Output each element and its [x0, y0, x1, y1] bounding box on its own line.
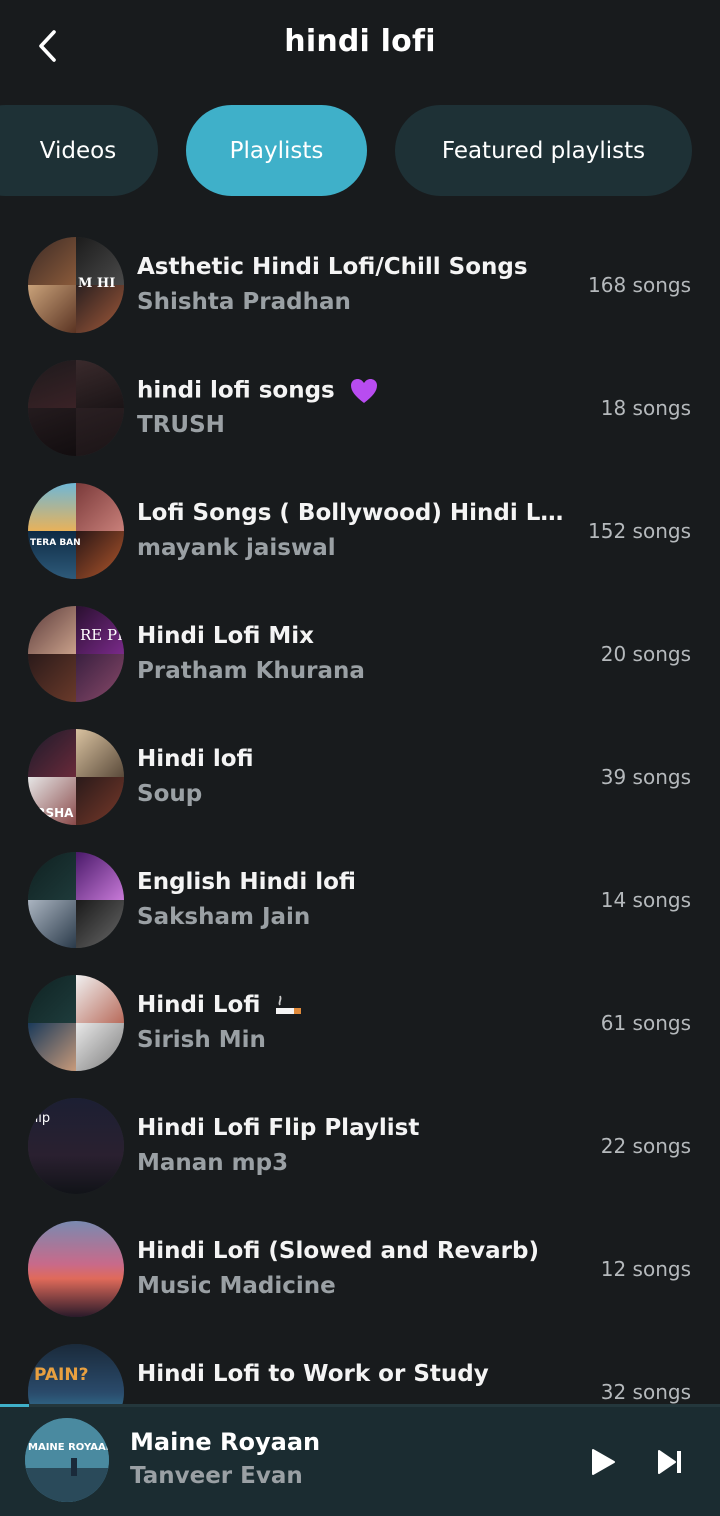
now-playing-title: Maine Royaan	[130, 1428, 321, 1456]
playlist-owner: Pratham Khurana	[137, 658, 365, 684]
playlist-owner: Shishta Pradhan	[137, 289, 351, 315]
tab-playlists[interactable]: Playlists	[186, 105, 367, 196]
playlist-title: English Hindi lofi	[137, 869, 356, 895]
header: hindi lofi	[0, 0, 720, 92]
playlist-thumbnail	[28, 360, 124, 456]
playlist-title-wrap: Hindi Lofi	[137, 992, 577, 1019]
playlist-owner: Soup	[137, 781, 203, 807]
playlist-title: Hindi lofi	[137, 746, 254, 772]
playlist-row[interactable]: M HI Asthetic Hindi Lofi/Chill Songs Shi…	[0, 224, 720, 347]
playlist-title: Hindi Lofi (Slowed and Revarb)	[137, 1238, 539, 1264]
page-title: hindi lofi	[284, 24, 436, 59]
playlist-title: Hindi Lofi to Work or Study	[137, 1361, 489, 1387]
playlist-thumbnail	[28, 1221, 124, 1317]
playlist-owner: Music Madicine	[137, 1273, 336, 1299]
playlist-thumbnail: M HI	[28, 237, 124, 333]
playlist-thumbnail: RE PI	[28, 606, 124, 702]
playlist-owner: Sirish Min	[137, 1027, 266, 1053]
playlist-song-count: 39 songs	[600, 765, 691, 789]
playlist-owner: Manan mp3	[137, 1150, 289, 1176]
playlist-title: Lofi Songs ( Bollywood) Hindi Lofi s...	[137, 500, 577, 526]
playlist-row[interactable]: PAIN? Hindi Lofi to Work or Study 32 son…	[0, 1331, 720, 1404]
playlist-title: Hindi Lofi Flip Playlist	[137, 1115, 420, 1141]
cigarette-icon	[276, 995, 302, 1014]
tab-bar: Videos Playlists Featured playlists	[0, 105, 720, 197]
playlist-thumbnail	[28, 975, 124, 1071]
now-playing-artwork: MAINE ROYAAN	[25, 1418, 109, 1502]
playlist-thumbnail: PAIN?	[28, 1344, 124, 1404]
playlist-row[interactable]: Hindi Lofi Sirish Min 61 songs	[0, 962, 720, 1085]
svg-text:TERA BAN: TERA BAN	[30, 538, 81, 548]
playlist-owner: mayank jaiswal	[137, 535, 336, 561]
playlist-list[interactable]: M HI Asthetic Hindi Lofi/Chill Songs Shi…	[0, 224, 720, 1404]
playlist-song-count: 152 songs	[588, 519, 691, 543]
svg-text:M HI: M HI	[78, 276, 115, 291]
playlist-owner: Saksham Jain	[137, 904, 311, 930]
app-root: hindi lofi Videos Playlists Featured pla…	[0, 0, 720, 1516]
playback-progress-bar[interactable]	[0, 1404, 720, 1407]
playlist-song-count: 22 songs	[600, 1134, 691, 1158]
playlist-title: hindi lofi songs	[137, 377, 335, 404]
playlist-song-count: 20 songs	[600, 642, 691, 666]
playlist-row[interactable]: -lip Hindi Lofi Flip Playlist Manan mp3 …	[0, 1085, 720, 1208]
playlist-song-count: 168 songs	[588, 273, 691, 297]
svg-text:-lip: -lip	[30, 1111, 50, 1126]
playlist-owner: TRUSH	[137, 412, 225, 438]
playlist-thumbnail: ERSHA	[28, 729, 124, 825]
tab-videos[interactable]: Videos	[0, 105, 158, 196]
playlist-thumbnail	[28, 852, 124, 948]
playlist-row[interactable]: English Hindi lofi Saksham Jain 14 songs	[0, 839, 720, 962]
playlist-row[interactable]: hindi lofi songs TRUSH 18 songs	[0, 347, 720, 470]
playlist-song-count: 14 songs	[600, 888, 691, 912]
playlist-title: Hindi Lofi Mix	[137, 623, 314, 649]
playlist-row[interactable]: RE PI Hindi Lofi Mix Pratham Khurana 20 …	[0, 593, 720, 716]
svg-text:RE PI: RE PI	[80, 626, 123, 644]
purple-heart-icon	[350, 379, 377, 403]
skip-next-icon	[658, 1450, 681, 1474]
playlist-title-wrap: hindi lofi songs	[137, 377, 577, 405]
now-playing-artist: Tanveer Evan	[130, 1463, 303, 1489]
playlist-song-count: 18 songs	[600, 396, 691, 420]
play-icon	[592, 1449, 615, 1475]
svg-text:PAIN?: PAIN?	[34, 1365, 88, 1385]
tab-featured-playlists[interactable]: Featured playlists	[395, 105, 692, 196]
playback-progress-fill	[0, 1404, 29, 1407]
playlist-row[interactable]: ERSHA Hindi lofi Soup 39 songs	[0, 716, 720, 839]
mini-player[interactable]: MAINE ROYAAN Maine Royaan Tanveer Evan	[0, 1404, 720, 1516]
svg-text:ERSHA: ERSHA	[28, 806, 74, 820]
playlist-song-count: 32 songs	[600, 1380, 691, 1404]
playlist-title: Hindi Lofi	[137, 992, 261, 1018]
playlist-title: Asthetic Hindi Lofi/Chill Songs	[137, 254, 528, 280]
svg-text:MAINE ROYAAN: MAINE ROYAAN	[28, 1442, 109, 1453]
skip-next-button[interactable]	[650, 1442, 690, 1482]
play-button[interactable]	[583, 1442, 623, 1482]
playlist-thumbnail: -lip	[28, 1098, 124, 1194]
playlist-song-count: 61 songs	[600, 1011, 691, 1035]
playlist-song-count: 12 songs	[600, 1257, 691, 1281]
playlist-row[interactable]: Hindi Lofi (Slowed and Revarb) Music Mad…	[0, 1208, 720, 1331]
playlist-thumbnail: TERA BAN	[28, 483, 124, 579]
playlist-row[interactable]: TERA BAN Lofi Songs ( Bollywood) Hindi L…	[0, 470, 720, 593]
